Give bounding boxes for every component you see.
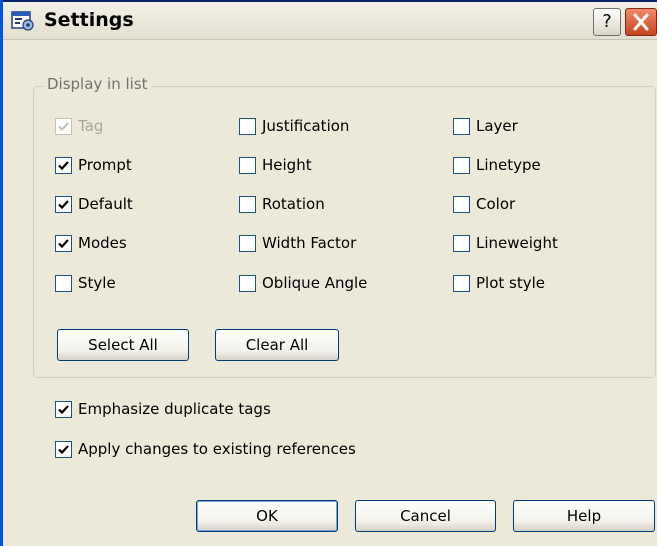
checkbox-box[interactable] xyxy=(239,117,256,135)
checkbox-plot-style[interactable]: Plot style xyxy=(453,272,545,294)
clear-all-button[interactable]: Clear All xyxy=(215,329,339,361)
checkbox-lineweight[interactable]: Lineweight xyxy=(453,232,558,254)
settings-dialog: Settings ? Display in list Tag Justifica… xyxy=(0,0,657,546)
checkbox-height[interactable]: Height xyxy=(239,154,312,176)
checkbox-box[interactable] xyxy=(55,117,72,135)
checkbox-apply-changes[interactable]: Apply changes to existing references xyxy=(55,438,356,460)
checkbox-label: Default xyxy=(78,195,133,213)
checkmark-icon xyxy=(58,199,69,209)
close-icon xyxy=(633,13,649,31)
cancel-button[interactable]: Cancel xyxy=(355,500,496,532)
help-icon: ? xyxy=(602,11,612,32)
checkbox-box[interactable] xyxy=(239,156,256,174)
checkbox-label: Tag xyxy=(78,117,104,135)
help-footer-button[interactable]: Help xyxy=(513,500,655,532)
checkbox-color[interactable]: Color xyxy=(453,193,515,215)
checkbox-linetype[interactable]: Linetype xyxy=(453,154,541,176)
checkbox-label: Height xyxy=(262,156,312,174)
checkbox-oblique-angle[interactable]: Oblique Angle xyxy=(239,272,367,294)
checkbox-default[interactable]: Default xyxy=(55,193,133,215)
settings-dialog-icon xyxy=(11,10,35,32)
checkmark-icon xyxy=(58,444,69,454)
checkbox-box[interactable] xyxy=(453,117,470,135)
select-all-button[interactable]: Select All xyxy=(57,329,189,361)
checkbox-box[interactable] xyxy=(55,195,72,213)
checkbox-label: Lineweight xyxy=(476,234,558,252)
checkbox-justification[interactable]: Justification xyxy=(239,115,349,137)
checkbox-box[interactable] xyxy=(453,195,470,213)
checkbox-modes[interactable]: Modes xyxy=(55,232,127,254)
checkbox-box[interactable] xyxy=(55,274,72,292)
checkbox-box[interactable] xyxy=(239,274,256,292)
checkbox-label: Layer xyxy=(476,117,518,135)
window-title: Settings xyxy=(44,9,134,31)
checkbox-label: Width Factor xyxy=(262,234,357,252)
checkmark-icon xyxy=(58,404,69,414)
checkbox-box[interactable] xyxy=(55,156,72,174)
close-button[interactable] xyxy=(625,8,657,36)
checkbox-emphasize-duplicate-tags[interactable]: Emphasize duplicate tags xyxy=(55,398,271,420)
checkbox-box[interactable] xyxy=(55,400,72,418)
ok-button[interactable]: OK xyxy=(196,500,338,532)
checkmark-icon xyxy=(58,160,69,170)
checkbox-box[interactable] xyxy=(239,195,256,213)
checkbox-layer[interactable]: Layer xyxy=(453,115,518,137)
checkbox-box[interactable] xyxy=(453,156,470,174)
checkbox-rotation[interactable]: Rotation xyxy=(239,193,325,215)
checkbox-tag[interactable]: Tag xyxy=(55,115,103,137)
checkbox-label: Emphasize duplicate tags xyxy=(78,400,271,418)
checkbox-label: Color xyxy=(476,195,516,213)
checkbox-label: Modes xyxy=(78,234,127,252)
checkbox-box[interactable] xyxy=(239,234,256,252)
checkbox-box[interactable] xyxy=(55,234,72,252)
checkmark-icon xyxy=(58,238,69,248)
checkbox-box[interactable] xyxy=(453,234,470,252)
checkmark-icon xyxy=(58,121,69,131)
checkbox-label: Justification xyxy=(262,117,350,135)
checkbox-label: Apply changes to existing references xyxy=(78,440,356,458)
checkbox-label: Linetype xyxy=(476,156,541,174)
checkbox-label: Rotation xyxy=(262,195,325,213)
help-button[interactable]: ? xyxy=(593,8,621,36)
checkbox-label: Prompt xyxy=(78,156,132,174)
group-legend: Display in list xyxy=(43,75,152,93)
checkbox-box[interactable] xyxy=(453,274,470,292)
checkbox-box[interactable] xyxy=(55,440,72,458)
checkbox-label: Plot style xyxy=(476,274,546,292)
checkbox-prompt[interactable]: Prompt xyxy=(55,154,132,176)
checkbox-style[interactable]: Style xyxy=(55,272,116,294)
checkbox-width-factor[interactable]: Width Factor xyxy=(239,232,356,254)
title-bar[interactable]: Settings ? xyxy=(3,0,657,40)
checkbox-label: Oblique Angle xyxy=(262,274,368,292)
checkbox-label: Style xyxy=(78,274,116,292)
